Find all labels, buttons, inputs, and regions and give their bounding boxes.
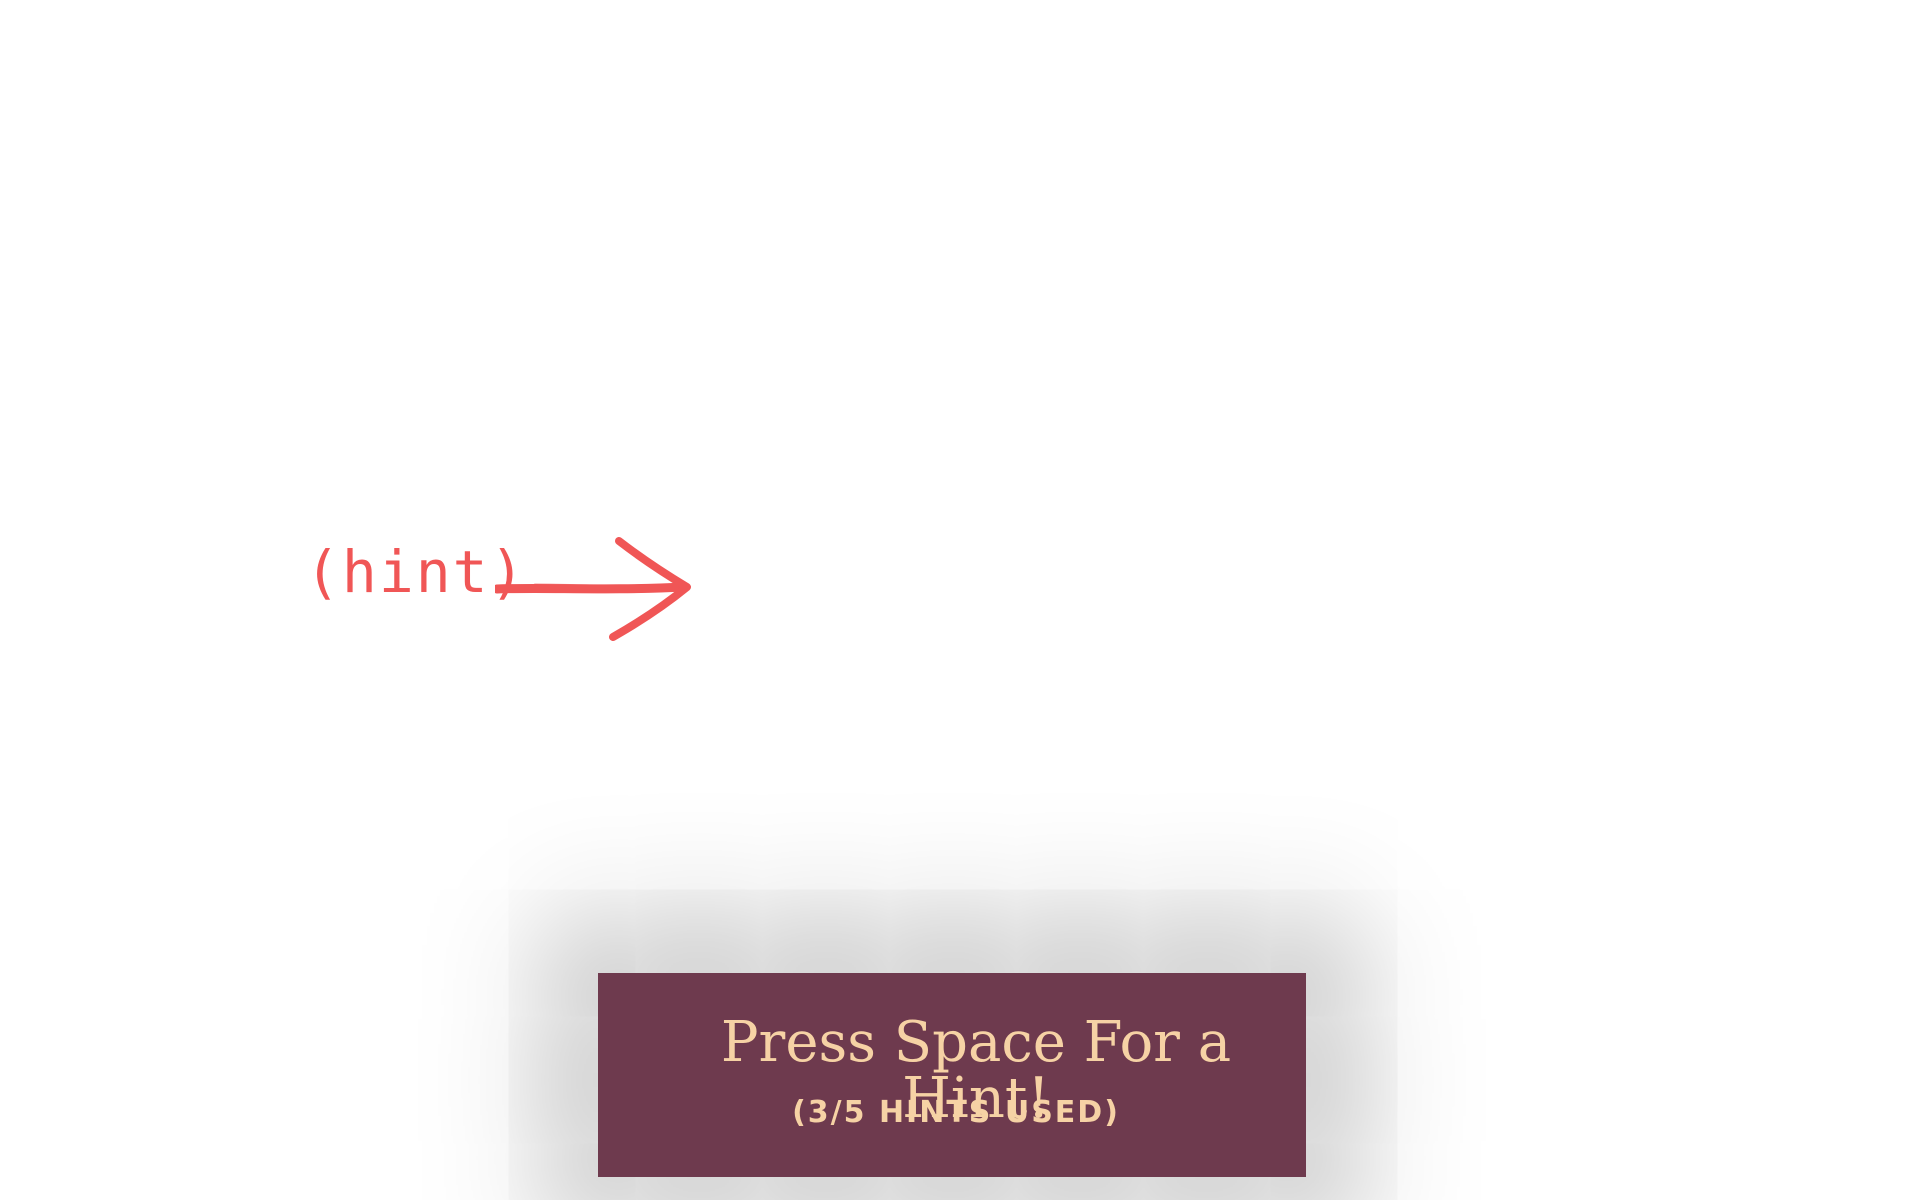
game-screen: (hint) Press Space For a Hint! (3/5 HINT… <box>0 0 1920 1200</box>
arrow-right-icon <box>495 537 691 641</box>
hint-counter: (3/5 HINTS USED) <box>792 1095 1120 1130</box>
hint-label: (hint) <box>305 538 527 606</box>
hint-annotation: (hint) <box>305 515 705 655</box>
hint-panel[interactable]: Press Space For a Hint! (3/5 HINTS USED) <box>598 973 1306 1177</box>
